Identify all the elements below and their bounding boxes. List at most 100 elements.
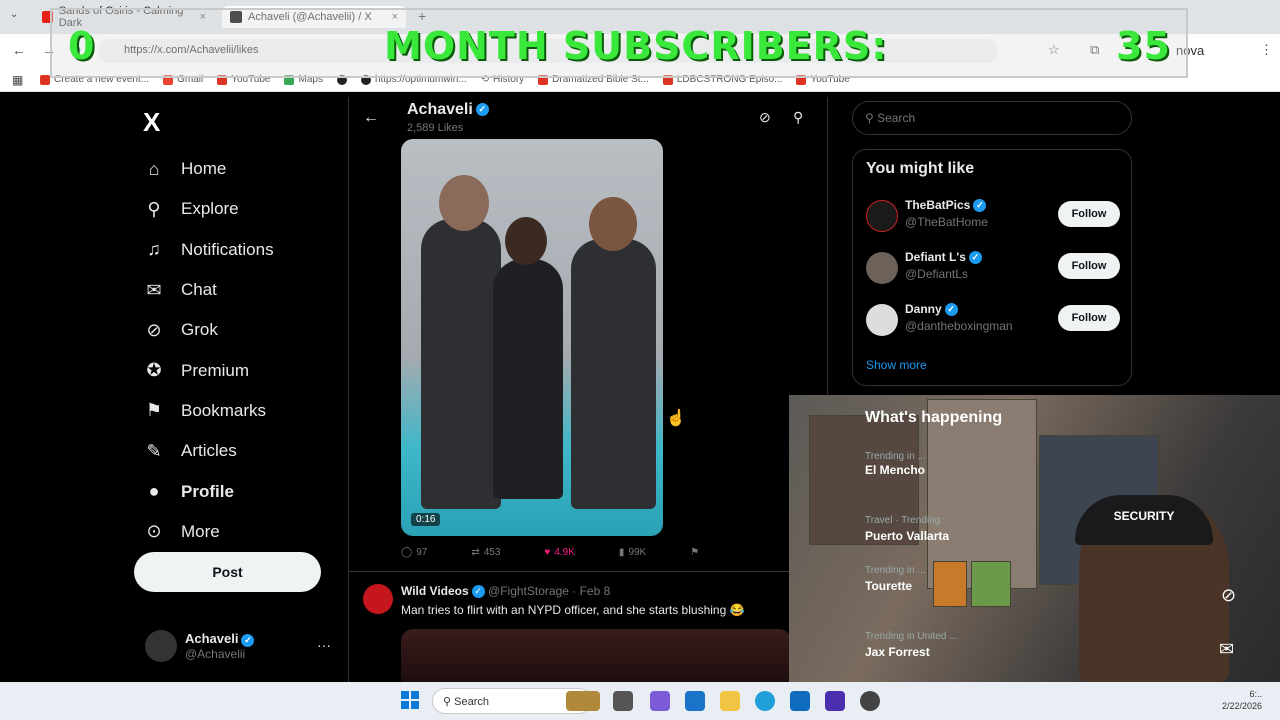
windows-start-icon[interactable] xyxy=(401,691,419,709)
taskbar-clock[interactable]: 6:.. 2/22/2026 xyxy=(1222,688,1262,712)
clock-date: 2/22/2026 xyxy=(1221,701,1262,711)
streamer-cap: SECURITY xyxy=(1075,495,1213,545)
verified-badge-icon: ✓ xyxy=(973,199,987,213)
nav-label: Notifications xyxy=(181,239,274,259)
outlook-icon[interactable] xyxy=(790,691,810,711)
reply-count: 97 xyxy=(416,547,428,558)
account-switcher[interactable]: Achaveli ✓ @Achavelii xyxy=(145,630,255,662)
clock-time: 6:.. xyxy=(1249,689,1262,699)
chrome-icon[interactable] xyxy=(860,691,880,711)
suggestion-item[interactable]: TheBatPics ✓ @TheBatHome Follow xyxy=(866,196,1120,236)
bookmark-icon: ⚑ xyxy=(145,400,163,421)
likes-count: 2,589 Likes xyxy=(407,122,464,134)
nav-articles[interactable]: ✎ Articles xyxy=(143,431,274,471)
nav-label: Premium xyxy=(181,360,250,380)
avatar xyxy=(866,304,898,336)
nav-label: Bookmarks xyxy=(181,400,267,420)
show-more-link[interactable]: Show more xyxy=(866,358,927,372)
nav-bookmarks[interactable]: ⚑ Bookmarks xyxy=(143,391,274,431)
x-logo-icon[interactable]: X xyxy=(143,107,160,138)
home-icon: ⌂ xyxy=(148,158,160,179)
taskbar-app-icon[interactable] xyxy=(566,691,600,711)
nav-profile[interactable]: ● Profile xyxy=(143,471,274,511)
suggestion-item[interactable]: Danny ✓ @dantheboxingman Follow xyxy=(866,300,1120,340)
nav-more[interactable]: ⊙ More xyxy=(143,512,274,552)
suggestion-item[interactable]: Defiant L's ✓ @DefiantLs Follow xyxy=(866,248,1120,288)
verified-badge-icon: ✓ xyxy=(471,585,485,599)
tweet-date[interactable]: · Feb 8 xyxy=(572,584,610,598)
tab-list-chevron-icon[interactable]: ⌄ xyxy=(10,9,18,20)
nav-premium[interactable]: ✪ Premium xyxy=(143,350,274,390)
search-input[interactable]: ⚲ Search xyxy=(852,101,1132,135)
avatar xyxy=(866,252,898,284)
follow-button[interactable]: Follow xyxy=(1058,253,1120,279)
back-icon[interactable]: ← xyxy=(12,42,26,58)
repost-count: 453 xyxy=(483,547,501,558)
tweet-media[interactable] xyxy=(401,629,791,682)
tweet-author-name[interactable]: Wild Videos xyxy=(401,584,469,598)
nav-chat[interactable]: ✉ Chat xyxy=(143,270,274,310)
widgets-icon[interactable] xyxy=(650,691,670,711)
nav-notifications[interactable]: ♫ Notifications xyxy=(143,230,274,270)
follow-button[interactable]: Follow xyxy=(1058,201,1120,227)
avatar xyxy=(145,630,177,662)
grok-icon[interactable]: ⊘ xyxy=(759,109,771,126)
who-to-follow-panel: You might like TheBatPics ✓ @TheBatHome F… xyxy=(852,149,1132,386)
heart-icon: ♥ xyxy=(544,547,551,558)
search-icon: ⚲ xyxy=(443,696,455,708)
trend-item[interactable]: Tourette xyxy=(865,579,912,593)
trend-item[interactable]: El Mencho xyxy=(865,463,925,477)
trend-item[interactable]: Puerto Vallarta xyxy=(865,529,949,543)
edge-icon[interactable] xyxy=(755,691,775,711)
post-button[interactable]: Post xyxy=(134,552,321,592)
nav-label: More xyxy=(181,521,220,541)
like-button[interactable]: ♥ 4.9K xyxy=(544,547,575,558)
file-explorer-icon[interactable] xyxy=(720,691,740,711)
video-player[interactable]: 0:16 xyxy=(401,139,663,536)
tweet-header: Wild Videos ✓ @FightStorage · Feb 8 xyxy=(401,584,610,599)
video-figure-right xyxy=(571,239,656,509)
store-icon[interactable] xyxy=(685,691,705,711)
account-name: Achaveli xyxy=(185,631,239,647)
avatar xyxy=(866,200,898,232)
nav-explore[interactable]: ⚲ Explore xyxy=(143,189,274,229)
video-figure-left xyxy=(421,219,501,509)
nav-label: Articles xyxy=(181,441,237,461)
browser-menu-icon[interactable]: ⋮ xyxy=(1260,42,1273,58)
tweet-actions: ◯ 97 ⇄ 453 ♥ 4.9K ▮ 99K ⚑ xyxy=(401,547,699,558)
nav-home[interactable]: ⌂ Home xyxy=(143,149,274,189)
search-icon[interactable]: ⚲ xyxy=(793,109,803,126)
apps-icon[interactable]: ▦ xyxy=(12,73,23,87)
tweet-author-handle[interactable]: @FightStorage xyxy=(488,584,569,598)
person-icon: ● xyxy=(148,481,160,502)
nav-label: Explore xyxy=(181,199,239,219)
mail-icon[interactable]: ✉ xyxy=(1219,639,1234,660)
bookmark-button[interactable]: ⚑ xyxy=(690,547,699,558)
video-figure-center xyxy=(493,259,563,499)
nav-grok[interactable]: ⊘ Grok xyxy=(143,310,274,350)
subscriber-left-count: 0 xyxy=(68,24,96,68)
trend-context: Trending in ... xyxy=(865,565,926,576)
views-button[interactable]: ▮ 99K xyxy=(619,547,646,558)
app-icon[interactable] xyxy=(825,691,845,711)
reply-button[interactable]: ◯ 97 xyxy=(401,547,427,558)
verified-badge-icon: ✓ xyxy=(241,633,255,647)
repost-icon: ⇄ xyxy=(471,547,480,558)
avatar[interactable] xyxy=(363,584,393,614)
account-handle: @Achavelii xyxy=(185,646,246,661)
back-arrow-icon[interactable]: ← xyxy=(363,109,379,127)
video-figure-head xyxy=(439,175,489,231)
follow-button[interactable]: Follow xyxy=(1058,305,1120,331)
suggestion-handle: @DefiantLs xyxy=(905,267,968,281)
grok-icon[interactable]: ⊘ xyxy=(1221,585,1236,606)
trend-item[interactable]: Jax Forrest xyxy=(865,645,930,659)
repost-button[interactable]: ⇄ 453 xyxy=(471,547,500,558)
account-more-icon[interactable]: ··· xyxy=(317,637,331,653)
trend-context: Travel · Trending xyxy=(865,515,941,526)
bell-icon: ♫ xyxy=(147,239,161,260)
task-view-icon[interactable] xyxy=(613,691,633,711)
search-icon: ⚲ xyxy=(147,198,161,219)
more-icon: ⊙ xyxy=(146,521,162,542)
reply-icon: ◯ xyxy=(401,547,413,558)
panel-title: You might like xyxy=(866,160,975,177)
